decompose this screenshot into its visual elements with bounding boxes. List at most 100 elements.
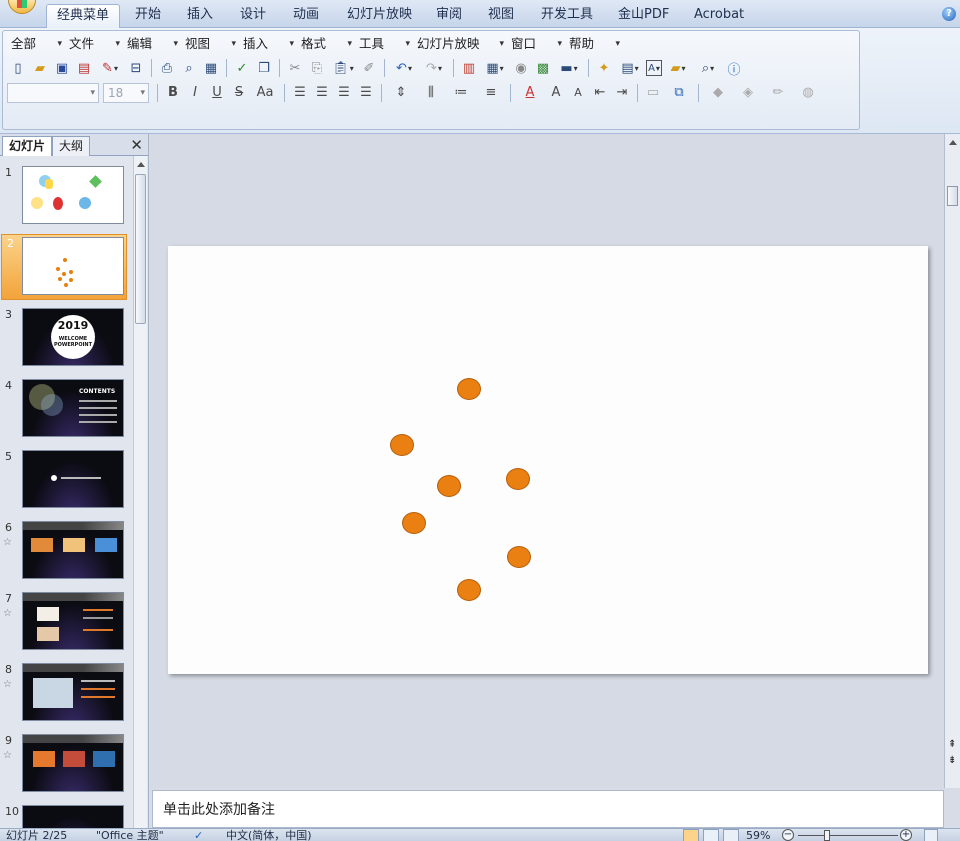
slide-thumbnail-9[interactable]: 9 ☆ <box>0 732 132 798</box>
print-preview-icon[interactable]: ✎ <box>96 58 124 78</box>
slide-thumbnail-5[interactable]: 5 <box>0 448 132 514</box>
cut-icon[interactable]: ✂ <box>285 58 305 78</box>
zoom-out-button[interactable]: − <box>782 829 794 841</box>
font-color-icon[interactable]: A <box>516 83 544 103</box>
tab-view[interactable]: 视图 <box>478 4 524 28</box>
line-spacing-icon[interactable]: ⇕ <box>387 83 415 103</box>
menu-view[interactable]: 视图 <box>181 34 239 54</box>
bullets-icon[interactable]: ≔ <box>447 83 475 103</box>
table-icon[interactable]: ▦ <box>481 58 509 78</box>
scroll-up-icon[interactable] <box>137 162 145 167</box>
tab-acrobat[interactable]: Acrobat <box>684 4 754 28</box>
bold-button[interactable]: B <box>163 83 183 103</box>
preview-icon[interactable]: ⌕ <box>179 58 199 78</box>
line-color-icon[interactable]: ✏ <box>764 83 792 103</box>
arrange-icon[interactable]: ⧉ <box>665 83 693 103</box>
underline-button[interactable]: U <box>207 83 227 103</box>
spelling-icon[interactable]: ✓ <box>232 58 252 78</box>
zoom-slider-track[interactable] <box>798 835 898 836</box>
align-right-icon[interactable]: ☰ <box>334 83 354 103</box>
current-slide[interactable] <box>168 246 928 674</box>
slide-sorter-button[interactable] <box>703 829 719 841</box>
menu-slideshow[interactable]: 幻灯片放映 <box>413 34 507 54</box>
office-button[interactable] <box>8 0 36 14</box>
slide-thumbnail-2[interactable]: 2 <box>1 234 127 300</box>
orange-circle-shape[interactable] <box>506 468 530 490</box>
notes-pane[interactable]: 单击此处添加备注 <box>152 790 944 828</box>
scroll-thumb[interactable] <box>135 174 146 324</box>
change-case-button[interactable]: Aa <box>251 83 279 103</box>
menu-format[interactable]: 格式 <box>297 34 355 54</box>
orange-circle-shape[interactable] <box>390 434 414 456</box>
save-icon[interactable]: ▣ <box>52 58 72 78</box>
tab-kingsoft-pdf[interactable]: 金山PDF <box>608 4 679 28</box>
language-indicator[interactable]: 中文(简体，中国) <box>226 829 312 841</box>
slide-thumbnail-4[interactable]: 4 CONTENTS <box>0 377 132 443</box>
attach-icon[interactable]: ⊟ <box>126 58 146 78</box>
zoom-slider-knob[interactable] <box>824 830 830 841</box>
shape-style-icon[interactable]: ◆ <box>704 83 732 103</box>
tab-design[interactable]: 设计 <box>230 4 276 28</box>
zoom-in-button[interactable]: + <box>900 829 912 841</box>
paste-icon[interactable]: 📋︎ <box>329 58 357 78</box>
menu-insert[interactable]: 插入 <box>239 34 297 54</box>
scroll-up-icon[interactable] <box>949 140 957 145</box>
align-left-icon[interactable]: ☰ <box>290 83 310 103</box>
normal-view-button[interactable] <box>683 829 699 841</box>
increase-indent-icon[interactable]: ⇥ <box>612 83 632 103</box>
slide-thumbnail-3[interactable]: 3 2019 WELCOME POWERPOINT <box>0 306 132 372</box>
orange-circle-shape[interactable] <box>402 512 426 534</box>
folder-icon[interactable]: ▰ <box>664 58 692 78</box>
tab-classic-menu[interactable]: 经典菜单 <box>46 4 121 28</box>
font-size-combo[interactable]: 18 <box>103 83 149 103</box>
orange-circle-shape[interactable] <box>457 378 481 400</box>
tab-insert[interactable]: 插入 <box>177 4 223 28</box>
copy-icon[interactable]: ⎘ <box>307 58 327 78</box>
slide-thumbnail-8[interactable]: 8 ☆ <box>0 661 132 727</box>
decrease-indent-icon[interactable]: ⇤ <box>590 83 610 103</box>
new-document-icon[interactable]: ▯ <box>8 58 28 78</box>
tab-developer[interactable]: 开发工具 <box>531 4 603 28</box>
picture-icon[interactable]: ▩ <box>533 58 553 78</box>
align-center-icon[interactable]: ☰ <box>312 83 332 103</box>
close-icon[interactable]: ✕ <box>130 136 143 154</box>
thumbnail-scrollbar[interactable] <box>133 156 147 828</box>
orange-circle-shape[interactable] <box>437 475 461 497</box>
tab-review[interactable]: 审阅 <box>426 4 472 28</box>
justify-icon[interactable]: ☰ <box>356 83 376 103</box>
next-slide-icon[interactable]: ⇟ <box>948 756 956 766</box>
shrink-font-icon[interactable]: A <box>568 83 588 103</box>
vertical-scrollbar[interactable]: ⇞ ⇟ <box>944 134 960 788</box>
fill-color-icon[interactable]: ◈ <box>734 83 762 103</box>
tab-outline[interactable]: 大纲 <box>52 136 91 156</box>
scroll-thumb[interactable] <box>947 186 958 206</box>
slideshow-view-button[interactable] <box>723 829 739 841</box>
format-painter-icon[interactable]: ✐ <box>359 58 379 78</box>
slide-thumbnail-7[interactable]: 7 ☆ <box>0 590 132 656</box>
undo-icon[interactable]: ↶ <box>390 58 418 78</box>
orange-circle-shape[interactable] <box>507 546 531 568</box>
menu-edit[interactable]: 编辑 <box>123 34 181 54</box>
redo-icon[interactable]: ↷ <box>420 58 448 78</box>
shapes-icon[interactable]: ▭ <box>643 83 663 103</box>
grow-font-icon[interactable]: A <box>546 83 566 103</box>
open-folder-icon[interactable]: ▰ <box>30 58 50 78</box>
strikethrough-button[interactable]: S <box>229 83 249 103</box>
menu-all[interactable]: 全部 <box>7 34 65 54</box>
slide-layout-icon[interactable]: ▤ <box>616 58 644 78</box>
proofing-icon[interactable]: ✓ <box>194 829 203 841</box>
shape-effects-icon[interactable]: ◍ <box>794 83 822 103</box>
help-circle-icon[interactable]: ⓘ <box>724 58 744 78</box>
previous-slide-icon[interactable]: ⇞ <box>948 740 956 750</box>
zoom-icon[interactable]: ⌕ <box>694 58 722 78</box>
text-box-icon[interactable]: A <box>646 60 662 76</box>
slide-thumbnail-6[interactable]: 6 ☆ <box>0 519 132 585</box>
menu-window[interactable]: 窗口 <box>507 34 565 54</box>
clipart-icon[interactable]: ◉ <box>511 58 531 78</box>
research-icon[interactable]: ❐ <box>254 58 274 78</box>
permission-icon[interactable]: ▤ <box>74 58 94 78</box>
menu-tools[interactable]: 工具 <box>355 34 413 54</box>
layout-icon[interactable]: ▦ <box>201 58 221 78</box>
new-slide-icon[interactable]: ✦ <box>594 58 614 78</box>
chart-icon[interactable]: ▥ <box>459 58 479 78</box>
